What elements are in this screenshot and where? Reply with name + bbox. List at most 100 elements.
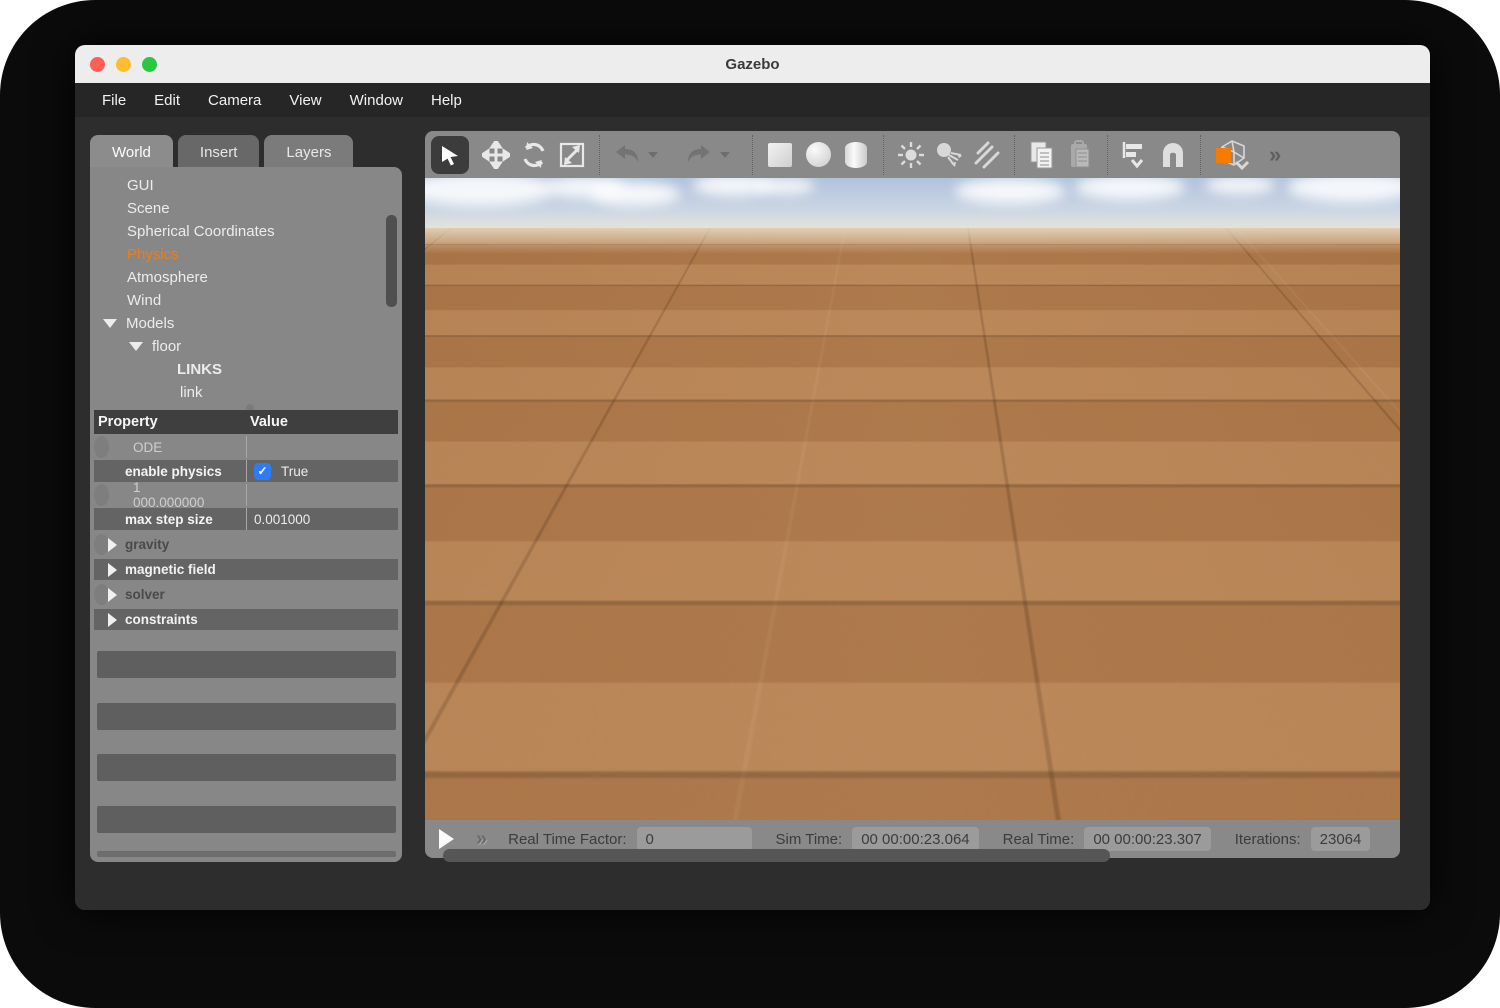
snap-button[interactable] <box>1154 136 1192 174</box>
align-button[interactable] <box>1116 136 1154 174</box>
window-body: World Insert Layers GUI Scene Spherical … <box>75 117 1430 910</box>
group-row-solver[interactable]: solver <box>94 584 109 605</box>
copy-button[interactable] <box>1023 136 1061 174</box>
caret-right-icon[interactable] <box>108 563 117 577</box>
enable-physics-value: True <box>281 464 308 479</box>
directional-light-button[interactable] <box>968 136 1006 174</box>
table-row-max-step-size[interactable]: max step size 0.001000 <box>94 508 398 530</box>
caret-right-icon[interactable] <box>108 588 117 602</box>
table-row-enable-physics[interactable]: enable physics ✓ True <box>94 460 398 482</box>
group-row-constraints[interactable]: constraints <box>94 609 398 630</box>
select-tool-button[interactable] <box>431 136 469 174</box>
simulation-statusbar: » Real Time Factor: 0 Sim Time: 00 00:00… <box>425 820 1400 858</box>
rotate-icon <box>520 141 548 169</box>
render-viewport[interactable] <box>425 178 1400 820</box>
translate-tool-button[interactable] <box>477 136 515 174</box>
tree-item-atmosphere[interactable]: Atmosphere <box>90 266 402 289</box>
cloud <box>590 182 680 206</box>
step-button[interactable]: » <box>476 828 484 851</box>
menu-camera[interactable]: Camera <box>208 92 261 109</box>
iterations-label: Iterations: <box>1235 831 1301 848</box>
toolbar-overflow-icon[interactable]: » <box>1269 142 1278 168</box>
menu-edit[interactable]: Edit <box>154 92 180 109</box>
tree-item-floor[interactable]: floor <box>90 335 402 358</box>
enable-physics-checkbox[interactable]: ✓ <box>254 463 271 480</box>
paste-icon <box>1066 140 1094 170</box>
menu-window[interactable]: Window <box>350 92 403 109</box>
real-time-value: 00 00:00:23.307 <box>1084 827 1210 851</box>
caret-down-icon[interactable] <box>129 342 143 351</box>
caret-right-icon[interactable] <box>108 538 117 552</box>
play-button[interactable] <box>439 829 454 849</box>
scale-icon <box>558 141 586 169</box>
table-row-physics-engine[interactable]: physics engine ODE <box>94 436 109 458</box>
tree-item-wind[interactable]: Wind <box>90 289 402 312</box>
drone-body <box>878 447 916 483</box>
toolbar-separator <box>1200 135 1201 175</box>
rotor-disc-rear-right <box>904 427 958 444</box>
real-time-factor-label: Real Time Factor: <box>508 831 626 848</box>
cube-icon <box>768 143 792 167</box>
real-time-factor-value: 0 <box>637 827 752 851</box>
rotor-disc-front-right <box>922 455 984 479</box>
redo-icon <box>684 142 714 168</box>
render-toolbar: » <box>425 131 1400 178</box>
table-row-real-time-update[interactable]: real time update… 1 000.000000 <box>94 484 109 506</box>
tab-layers[interactable]: Layers <box>264 135 353 169</box>
group-row-magnetic-field[interactable]: magnetic field <box>94 559 398 580</box>
tree-scrollbar[interactable] <box>386 215 397 307</box>
tree-item-scene[interactable]: Scene <box>90 197 402 220</box>
spot-light-icon <box>934 141 964 169</box>
toolbar-separator <box>599 135 600 175</box>
group-row-gravity[interactable]: gravity <box>94 534 109 555</box>
world-panel: GUI Scene Spherical Coordinates Physics … <box>90 167 402 862</box>
gazebo-window: Gazebo File Edit Camera View Window Help… <box>75 45 1430 910</box>
spot-light-button[interactable] <box>930 136 968 174</box>
empty-row <box>97 651 396 678</box>
paste-button[interactable] <box>1061 136 1099 174</box>
viewport-column: » <box>425 131 1400 858</box>
sun-icon <box>897 141 925 169</box>
tree-item-models[interactable]: Models <box>90 312 402 335</box>
menubar: File Edit Camera View Window Help <box>75 83 1430 117</box>
value-column-header: Value <box>246 414 288 430</box>
floor-smudge-x <box>783 666 973 778</box>
sphere-button[interactable] <box>799 136 837 174</box>
empty-row <box>97 754 396 781</box>
toolbar-separator <box>883 135 884 175</box>
scale-tool-button[interactable] <box>553 136 591 174</box>
rotate-tool-button[interactable] <box>515 136 553 174</box>
horizon-haze <box>425 228 1400 254</box>
undo-dropdown-icon[interactable] <box>648 152 658 158</box>
undo-button[interactable] <box>608 136 646 174</box>
view-angle-button[interactable] <box>1209 136 1255 174</box>
toolbar-separator <box>1107 135 1108 175</box>
menu-view[interactable]: View <box>289 92 321 109</box>
cylinder-icon <box>845 142 867 168</box>
tab-world[interactable]: World <box>90 135 173 169</box>
box-button[interactable] <box>761 136 799 174</box>
view-cube-icon <box>1212 138 1252 172</box>
tree-item-physics[interactable]: Physics <box>90 243 402 266</box>
sphere-icon <box>806 142 831 167</box>
drone-model[interactable] <box>812 421 982 503</box>
cylinder-button[interactable] <box>837 136 875 174</box>
undo-icon <box>612 142 642 168</box>
redo-button[interactable] <box>680 136 718 174</box>
tree-item-link[interactable]: link <box>90 381 402 404</box>
empty-row <box>97 703 396 730</box>
titlebar: Gazebo <box>75 45 1430 83</box>
point-light-button[interactable] <box>892 136 930 174</box>
tree-item-links[interactable]: LINKS <box>90 358 402 381</box>
caret-down-icon[interactable] <box>103 319 117 328</box>
horizontal-scrollbar[interactable] <box>443 849 1110 862</box>
tree-item-spherical-coordinates[interactable]: Spherical Coordinates <box>90 220 402 243</box>
rotor-disc-rear-left <box>838 427 892 444</box>
tree-item-gui[interactable]: GUI <box>90 174 402 197</box>
redo-dropdown-icon[interactable] <box>720 152 730 158</box>
tab-insert[interactable]: Insert <box>178 135 260 169</box>
caret-right-icon[interactable] <box>108 613 117 627</box>
menu-help[interactable]: Help <box>431 92 462 109</box>
rotor-disc-front-left <box>810 455 872 479</box>
menu-file[interactable]: File <box>102 92 126 109</box>
